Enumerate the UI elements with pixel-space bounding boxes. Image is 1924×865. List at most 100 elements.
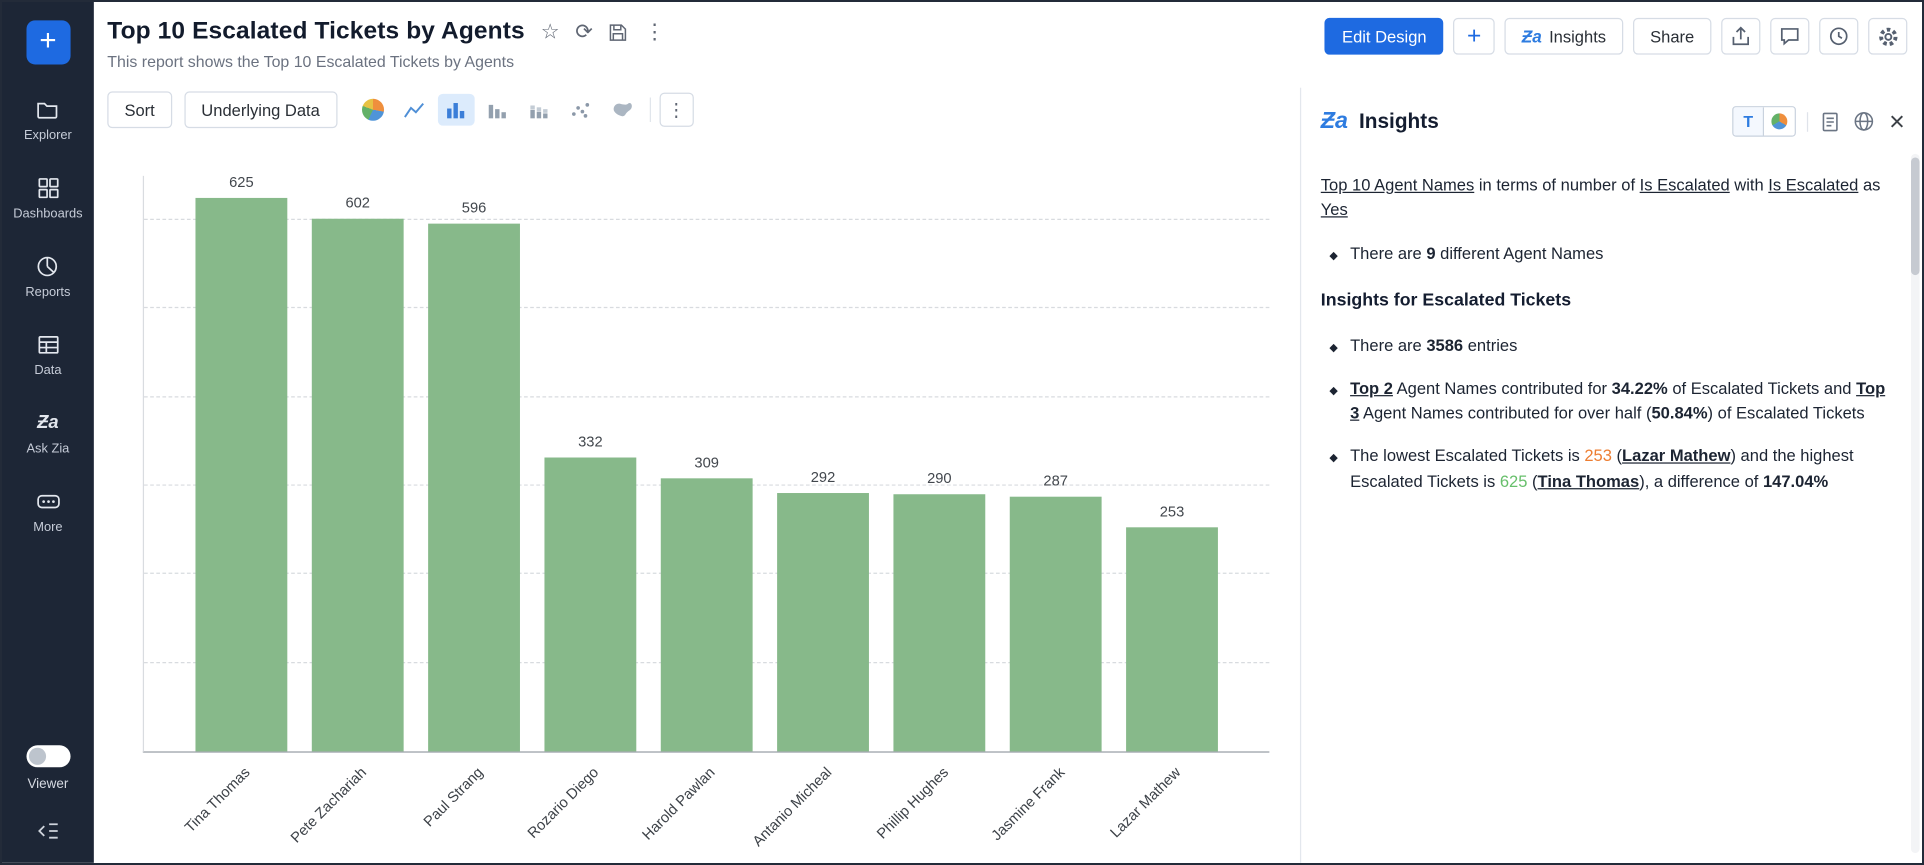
sidebar-item-label: Ask Zia <box>26 442 69 457</box>
insights-section-heading: Insights for Escalated Tickets <box>1321 288 1898 315</box>
bar[interactable] <box>428 224 520 752</box>
x-axis-label: Lazar Mathew <box>1107 764 1184 841</box>
diamond-bullet-icon: ◆ <box>1329 248 1337 267</box>
sidebar-item-more[interactable]: More <box>33 489 62 534</box>
edit-design-button[interactable]: Edit Design <box>1325 18 1444 55</box>
insights-text-view-button[interactable]: T <box>1734 107 1765 135</box>
sidebar-item-ask-zia[interactable]: Ƶa Ask Zia <box>26 411 69 456</box>
bar[interactable] <box>1010 497 1102 751</box>
sidebar-item-data[interactable]: Data <box>34 333 61 378</box>
bar-column: 332Rozario Diego <box>532 176 648 752</box>
bar-columns: 625Tina Thomas602Pete Zachariah596Paul S… <box>144 176 1269 752</box>
close-insights-icon[interactable]: × <box>1889 108 1905 135</box>
add-button[interactable]: + <box>1454 18 1495 55</box>
refresh-icon[interactable]: ⟳ <box>575 22 592 43</box>
globe-icon[interactable] <box>1852 110 1875 133</box>
insight-item: ◆ Top 2 Agent Names contributed for 34.2… <box>1321 376 1898 426</box>
x-axis-label: Harold Pawlan <box>639 764 719 844</box>
diamond-bullet-icon: ◆ <box>1329 450 1337 493</box>
bar[interactable] <box>661 478 753 752</box>
line-chart-icon[interactable] <box>396 94 433 126</box>
pie-glyph <box>361 99 383 121</box>
x-axis-label: Pete Zachariah <box>287 764 370 847</box>
map-chart-icon[interactable] <box>604 94 641 126</box>
bar-chart: 625Tina Thomas602Pete Zachariah596Paul S… <box>94 137 1300 863</box>
header-actions: Edit Design + Ƶa Insights Share <box>1325 18 1907 55</box>
viewport: + Explorer Dashboards Reports <box>2 2 1922 863</box>
bar-column: 309Harold Pawlan <box>649 176 765 752</box>
sidebar-item-dashboards[interactable]: Dashboards <box>13 176 82 221</box>
bar-value-label: 332 <box>532 433 648 450</box>
insight-item: ◆ There are 3586 entries <box>1321 333 1898 358</box>
sidebar-item-reports[interactable]: Reports <box>25 254 70 299</box>
sidebar-item-explorer[interactable]: Explorer <box>24 98 72 143</box>
document-icon[interactable] <box>1819 110 1841 132</box>
insights-intro: Top 10 Agent Names in terms of number of… <box>1321 173 1898 223</box>
more-ellipsis-icon <box>36 489 60 513</box>
title-more-options-icon[interactable]: ⋮ <box>644 22 665 43</box>
insights-chart-view-button[interactable] <box>1764 107 1795 135</box>
export-icon[interactable] <box>1721 18 1760 55</box>
insight-text: Top 2 Agent Names contributed for 34.22%… <box>1350 376 1897 426</box>
bar-value-label: 253 <box>1114 503 1230 520</box>
insights-button-label: Insights <box>1549 27 1606 45</box>
favorite-star-icon[interactable]: ☆ <box>541 22 560 43</box>
insight-item: ◆ The lowest Escalated Tickets is 253 (L… <box>1321 444 1898 494</box>
alerts-icon[interactable] <box>1819 18 1858 55</box>
sidebar-item-label: Explorer <box>24 128 72 143</box>
create-new-button[interactable]: + <box>26 20 70 64</box>
save-icon[interactable] <box>609 22 629 42</box>
sidebar-bottom: Viewer <box>2 745 94 863</box>
zia-icon: Ƶa <box>37 411 58 435</box>
bar-column: 625Tina Thomas <box>183 176 299 752</box>
bar-value-label: 309 <box>649 453 765 470</box>
share-button[interactable]: Share <box>1633 18 1711 55</box>
comments-icon[interactable] <box>1770 18 1809 55</box>
content-area: Top 10 Escalated Tickets by Agents ☆ ⟳ ⋮… <box>94 2 1922 863</box>
underlying-data-button[interactable]: Underlying Data <box>184 91 337 128</box>
insight-text: The lowest Escalated Tickets is 253 (Laz… <box>1350 444 1897 494</box>
sidebar: + Explorer Dashboards Reports <box>2 2 94 863</box>
bar[interactable] <box>1126 527 1218 751</box>
x-axis-label: Rozario Diego <box>525 764 603 842</box>
insight-text: There are 3586 entries <box>1350 333 1517 358</box>
viewer-mode-toggle[interactable] <box>26 745 70 767</box>
sidebar-item-label: More <box>33 520 62 535</box>
insights-view-toggle: T <box>1732 106 1796 137</box>
settings-gear-icon[interactable] <box>1868 18 1907 55</box>
collapse-sidebar-icon[interactable] <box>36 819 60 843</box>
sidebar-item-label: Reports <box>25 285 70 300</box>
bar[interactable] <box>893 495 985 752</box>
chart-more-options-icon[interactable]: ⋮ <box>659 93 693 127</box>
data-table-icon <box>36 333 60 357</box>
bar-value-label: 287 <box>998 473 1114 490</box>
bar-chart-icon-selected[interactable] <box>437 94 474 126</box>
bar-column: 287Jasmine Frank <box>998 176 1114 752</box>
insight-text: There are 9 different Agent Names <box>1350 241 1603 266</box>
bar-chart-alt-icon[interactable] <box>479 94 516 126</box>
report-description: This report shows the Top 10 Escalated T… <box>107 52 665 70</box>
insights-button[interactable]: Ƶa Insights <box>1505 18 1624 55</box>
stacked-bar-chart-icon[interactable] <box>521 94 558 126</box>
bar-value-label: 292 <box>765 468 881 485</box>
bar[interactable] <box>777 493 869 752</box>
x-axis-label: Phillip Hughes <box>873 764 952 843</box>
diamond-bullet-icon: ◆ <box>1329 383 1337 426</box>
diamond-bullet-icon: ◆ <box>1329 339 1337 358</box>
scatter-chart-icon[interactable] <box>562 94 599 126</box>
toolbar-separator <box>649 98 650 122</box>
pie-chart-icon[interactable] <box>354 94 391 126</box>
bar[interactable] <box>195 198 287 751</box>
panel-scrollbar[interactable] <box>1911 154 1920 853</box>
x-axis-label: Paul Strang <box>420 764 486 830</box>
zia-logo-icon: Ƶa <box>1321 108 1348 135</box>
explorer-folder-icon <box>36 98 60 122</box>
insights-content: Top 10 Agent Names in terms of number of… <box>1301 149 1922 494</box>
sort-button[interactable]: Sort <box>107 91 172 128</box>
bar[interactable] <box>544 457 636 751</box>
bar[interactable] <box>312 218 404 751</box>
bar-value-label: 290 <box>881 470 997 487</box>
zia-icon: Ƶa <box>1522 26 1542 46</box>
bar-value-label: 625 <box>183 174 299 191</box>
scrollbar-thumb[interactable] <box>1911 158 1920 276</box>
